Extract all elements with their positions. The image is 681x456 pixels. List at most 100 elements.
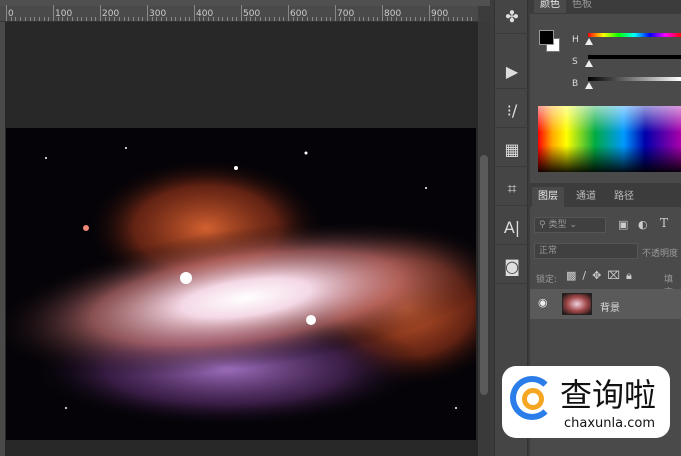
ruler-tick [419, 17, 421, 21]
layer-row[interactable]: ◉ 背景 [530, 289, 681, 319]
play-icon[interactable]: ▶ [495, 55, 529, 89]
ruler-tick [217, 17, 219, 21]
ruler-tick [471, 17, 473, 21]
ruler-tick [306, 17, 308, 21]
ruler-tick [278, 17, 280, 21]
ruler-tick [184, 17, 186, 21]
lock-label: 锁定: [536, 275, 558, 285]
search-icon: ⚲ [539, 220, 546, 230]
ruler-tick [24, 17, 26, 21]
ruler-tick [151, 17, 153, 21]
ruler-tick [95, 17, 97, 21]
layer-name: 背景 [600, 303, 620, 314]
b-label: B [572, 79, 579, 89]
layer-thumbnail [562, 293, 592, 315]
ruler-tick [10, 17, 12, 21]
ruler-tick [53, 5, 54, 21]
ruler-tick [67, 17, 69, 21]
ruler-tick [311, 17, 313, 21]
ruler-tick [90, 17, 92, 21]
ruler-tick [414, 17, 416, 21]
ruler-tick [161, 17, 163, 21]
layers-tabbar: 图层 通道 路径 [530, 183, 681, 207]
ruler-tick [269, 17, 271, 21]
lock-all-icon[interactable]: 🔒︎ [626, 269, 638, 282]
opacity-label: 不透明度 [642, 249, 679, 259]
ruler-tick [76, 17, 78, 21]
ruler-tick [433, 17, 435, 21]
ruler-tick [231, 17, 233, 21]
tab-channels[interactable]: 通道 [570, 187, 602, 203]
tab-color[interactable]: 颜色 [534, 0, 566, 13]
ruler-tick [297, 17, 299, 21]
ruler-tick [147, 5, 148, 21]
watermark-logo: 查询啦 chaxunla.com [502, 366, 670, 438]
s-label: S [572, 57, 578, 67]
ruler-tick [20, 17, 22, 21]
filter-adjustment-icon[interactable]: ◐ [638, 218, 648, 231]
ruler-tick [400, 17, 402, 21]
ruler-tick [62, 17, 64, 21]
lock-icons[interactable]: ▩/✥⌧🔒︎ [566, 269, 638, 283]
layer-comp-icon[interactable]: ◙ [495, 250, 529, 284]
ruler-tick [363, 17, 365, 21]
tab-swatches[interactable]: 色板 [566, 0, 598, 13]
ruler-tick [189, 17, 191, 21]
brightness-slider[interactable] [588, 77, 681, 81]
foreground-color-swatch[interactable] [539, 30, 554, 45]
ruler-tick [29, 17, 31, 21]
filter-pixel-icon[interactable]: ▣ [618, 218, 628, 231]
ruler-tick [104, 17, 106, 21]
ruler-tick [194, 5, 195, 21]
brush-preset-icon[interactable]: ⁝/ [495, 94, 529, 128]
ruler-tick [250, 17, 252, 21]
ruler-tick [34, 17, 36, 21]
brand-domain: chaxunla.com [564, 416, 655, 431]
ruler-tick [170, 17, 172, 21]
crop-icon[interactable]: ⌗ [495, 172, 529, 206]
ruler-tick [353, 17, 355, 21]
color-tabbar: 颜色 色板 [530, 0, 681, 14]
ruler-tick [382, 5, 383, 21]
ruler-tick [245, 17, 247, 21]
ruler-tick [48, 17, 50, 21]
ruler-tick [100, 5, 101, 21]
color-spectrum[interactable] [538, 106, 681, 172]
ruler-tick [15, 17, 17, 21]
h-label: H [572, 35, 579, 45]
tab-paths[interactable]: 路径 [608, 187, 640, 203]
tool-preset-icon[interactable]: ▦ [495, 133, 529, 167]
galaxy-image[interactable] [6, 128, 476, 440]
brightness-handle[interactable] [585, 82, 593, 89]
visibility-eye-icon[interactable]: ◉ [538, 296, 548, 309]
blend-mode-value: 正常 [539, 246, 558, 256]
character-icon[interactable]: A| [495, 211, 529, 245]
ruler-tick [175, 17, 177, 21]
puzzle-icon[interactable]: ✤ [495, 0, 529, 34]
ruler-tick [429, 5, 430, 21]
ruler-tick [410, 17, 412, 21]
lock-artboard-icon[interactable]: ⌧ [607, 269, 626, 282]
hue-slider[interactable] [588, 33, 681, 37]
layer-filter-select[interactable]: ⚲ 类型 ⌄ [534, 217, 606, 233]
ruler-tick [255, 17, 257, 21]
ruler-tick [372, 17, 374, 21]
lock-move-icon[interactable]: ✥ [592, 269, 607, 282]
ruler-tick [339, 17, 341, 21]
ruler-tick [438, 17, 440, 21]
lock-transparent-icon[interactable]: ▩ [566, 269, 582, 282]
saturation-slider[interactable] [588, 55, 681, 59]
ruler-tick [236, 17, 238, 21]
ruler-tick [212, 17, 214, 21]
hue-handle[interactable] [585, 38, 593, 45]
ruler-tick [335, 5, 336, 21]
ruler-tick [208, 17, 210, 21]
scrollbar-thumb[interactable] [480, 155, 488, 395]
tab-layers[interactable]: 图层 [532, 187, 564, 207]
lock-paint-icon[interactable]: / [582, 269, 592, 282]
saturation-handle[interactable] [585, 60, 593, 67]
galaxy-artwork [6, 147, 476, 428]
ruler-tick [241, 5, 242, 21]
blend-mode-select[interactable]: 正常 [534, 243, 638, 259]
filter-type-icon[interactable]: T [660, 216, 668, 230]
